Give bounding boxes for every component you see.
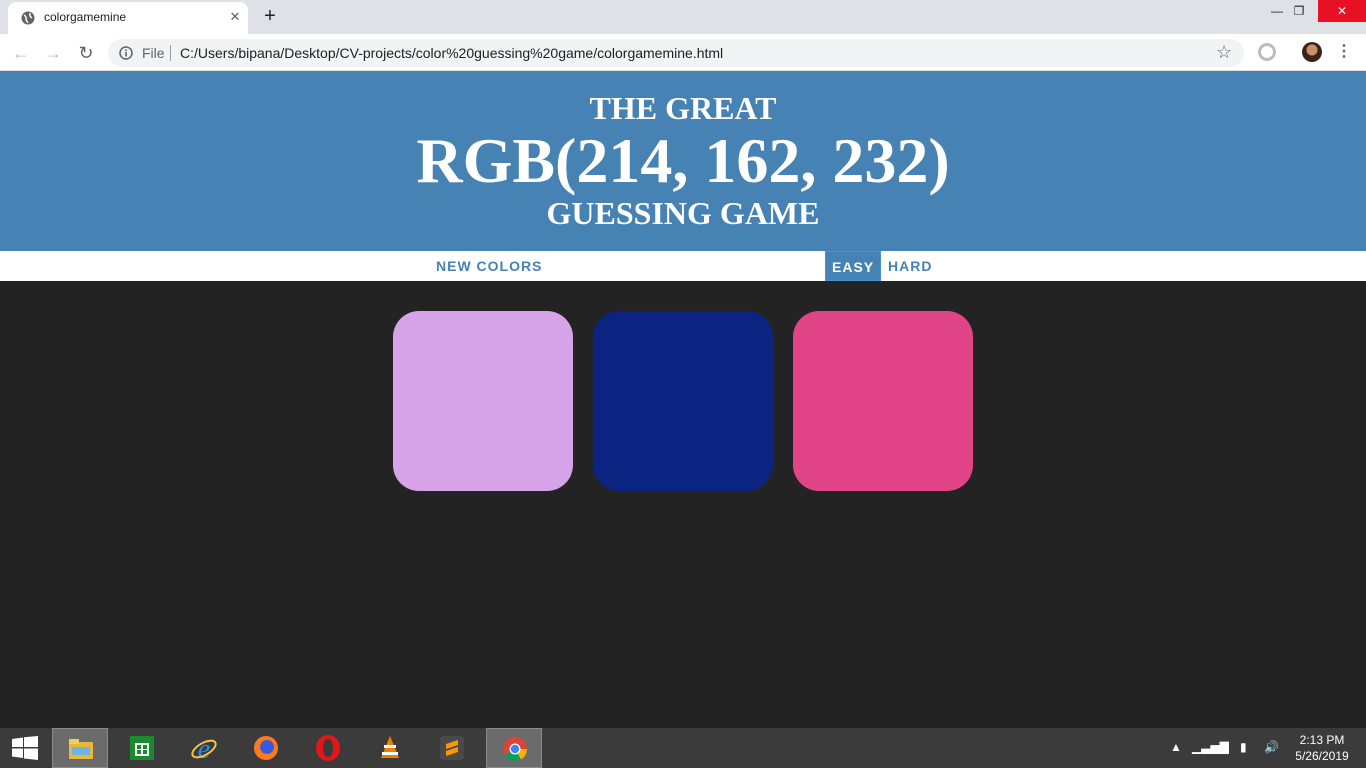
forward-arrow-icon[interactable]: → [42, 42, 64, 64]
windows-start-icon[interactable] [12, 736, 38, 760]
clock-date: 5/26/2019 [1295, 749, 1349, 763]
controls-stripe: NEW COLORS EASY HARD [0, 251, 1366, 281]
file-explorer-icon [69, 739, 93, 759]
color-square[interactable] [793, 311, 973, 491]
clock-time: 2:13 PM [1299, 733, 1345, 747]
taskbar-clock[interactable]: 2:13 PM 5/26/2019 [1290, 732, 1354, 764]
store-icon [130, 736, 154, 760]
vlc-icon [381, 736, 399, 758]
title-bottom: GUESSING GAME [546, 195, 820, 231]
taskbar-internet-explorer[interactable]: e [176, 728, 232, 768]
firefox-icon [254, 736, 278, 760]
flag-icon[interactable]: ⚑ [1218, 740, 1229, 754]
color-square[interactable] [393, 311, 573, 491]
reload-icon[interactable]: ↻ [75, 42, 97, 64]
browser-tab-bar: colorgamemine ✕ + — ❐ ✕ [0, 0, 1366, 34]
taskbar: e ▲ ▁▃▅▇ ⚑ ▮ 🔊 2:13 PM 5/26/2019 [0, 728, 1366, 768]
battery-icon[interactable]: ▮ [1240, 740, 1247, 754]
rgb-display: RGB(214, 162, 232) [416, 125, 950, 196]
tray-overflow-icon[interactable]: ▲ [1170, 740, 1182, 754]
star-icon[interactable]: ☆ [1216, 42, 1232, 63]
file-scheme-label: File [142, 45, 165, 61]
taskbar-sublime-text[interactable] [424, 728, 480, 768]
address-bar[interactable]: File C:/Users/bipana/Desktop/CV-projects… [108, 39, 1244, 67]
easy-mode-button[interactable]: EASY [825, 251, 882, 281]
menu-icon[interactable]: ⋮ [1336, 43, 1352, 61]
avatar[interactable] [1302, 42, 1322, 62]
url-divider [170, 45, 171, 61]
extension-icon[interactable] [1258, 43, 1276, 61]
taskbar-vlc[interactable] [362, 728, 418, 768]
taskbar-firefox[interactable] [238, 728, 294, 768]
hard-mode-button[interactable]: HARD [882, 251, 938, 281]
taskbar-chrome[interactable] [486, 728, 542, 768]
new-colors-button[interactable]: NEW COLORS [430, 251, 548, 281]
sublime-text-icon [440, 736, 464, 760]
tab-close-icon[interactable]: ✕ [226, 8, 244, 26]
taskbar-opera[interactable] [300, 728, 356, 768]
info-icon[interactable] [119, 46, 133, 60]
opera-icon [316, 735, 340, 761]
window-restore-button[interactable]: ❐ [1283, 0, 1315, 22]
browser-toolbar: ← → ↻ File C:/Users/bipana/Desktop/CV-pr… [0, 34, 1366, 71]
internet-explorer-icon: e [191, 734, 217, 762]
game-page: THE GREAT RGB(214, 162, 232) GUESSING GA… [0, 71, 1366, 728]
taskbar-store[interactable] [114, 728, 170, 768]
color-square[interactable] [593, 311, 773, 491]
back-arrow-icon[interactable]: ← [10, 42, 32, 64]
chrome-icon [503, 737, 527, 762]
game-header: THE GREAT RGB(214, 162, 232) GUESSING GA… [0, 71, 1366, 251]
window-close-button[interactable]: ✕ [1318, 0, 1366, 22]
color-squares [393, 311, 973, 491]
url-text[interactable]: C:/Users/bipana/Desktop/CV-projects/colo… [180, 45, 723, 61]
browser-tab[interactable]: colorgamemine ✕ [8, 2, 248, 34]
globe-icon [21, 11, 35, 25]
volume-icon[interactable]: 🔊 [1264, 740, 1279, 754]
taskbar-file-explorer[interactable] [52, 728, 108, 768]
tab-title: colorgamemine [44, 10, 127, 24]
title-top: THE GREAT [589, 90, 777, 126]
new-tab-button[interactable]: + [260, 6, 280, 26]
